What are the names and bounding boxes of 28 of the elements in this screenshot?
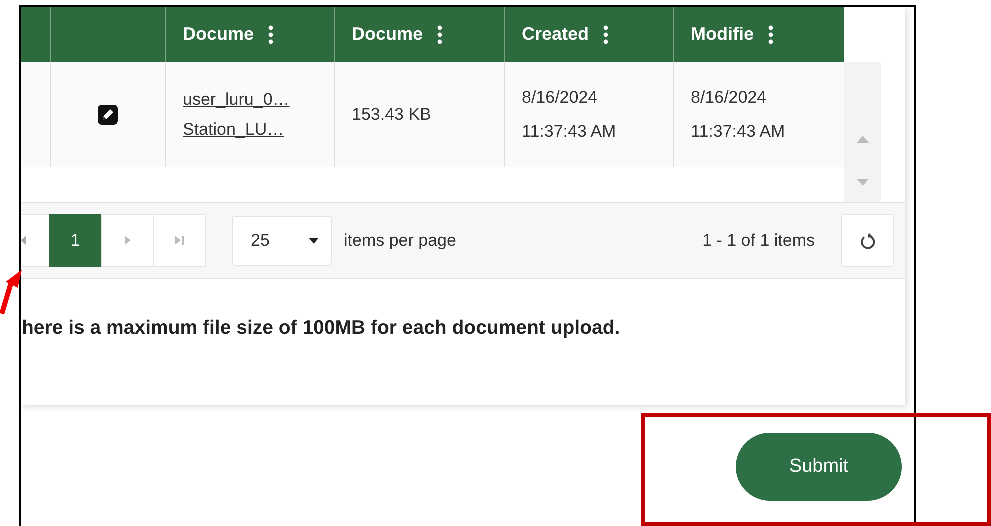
refresh-button[interactable] bbox=[841, 214, 894, 267]
column-header[interactable]: Docume bbox=[183, 24, 254, 45]
edit-icon[interactable] bbox=[98, 104, 118, 124]
last-page-icon bbox=[175, 236, 184, 245]
column-header[interactable]: Modifie bbox=[691, 24, 754, 45]
column-menu-icon[interactable] bbox=[268, 24, 274, 44]
caret-icon bbox=[309, 238, 319, 244]
page-size-dropdown[interactable]: 25 bbox=[232, 216, 332, 266]
page-button[interactable]: 1 bbox=[49, 214, 102, 267]
previous-icon bbox=[21, 236, 26, 245]
next-icon bbox=[124, 236, 130, 245]
table-cell: 153.43 KB bbox=[352, 104, 432, 124]
document-link[interactable]: Station_LU… bbox=[183, 116, 290, 142]
column-header[interactable]: Created bbox=[522, 24, 590, 45]
column-menu-icon[interactable] bbox=[437, 24, 444, 44]
column-menu-icon[interactable] bbox=[768, 24, 774, 44]
previous-page-button[interactable] bbox=[21, 214, 50, 267]
pager-summary: 1 - 1 of 1 items bbox=[702, 230, 815, 250]
column-menu-icon[interactable] bbox=[603, 24, 610, 44]
page-size-label: items per page bbox=[344, 230, 456, 250]
table-cell-text: 8/16/2024 11:37:43 AM bbox=[522, 86, 618, 142]
annotation-arrow bbox=[0, 268, 24, 316]
upload-size-note: here is a maximum file size of 100MB for each document upload. bbox=[21, 316, 622, 340]
document-link[interactable]: user_luru_0… bbox=[183, 86, 290, 112]
column-header[interactable]: Docume bbox=[352, 24, 424, 45]
table-cell-text: 8/16/2024 11:37:43 AM bbox=[691, 86, 786, 142]
refresh-icon bbox=[860, 232, 876, 250]
submit-button[interactable]: Submit bbox=[736, 433, 902, 501]
